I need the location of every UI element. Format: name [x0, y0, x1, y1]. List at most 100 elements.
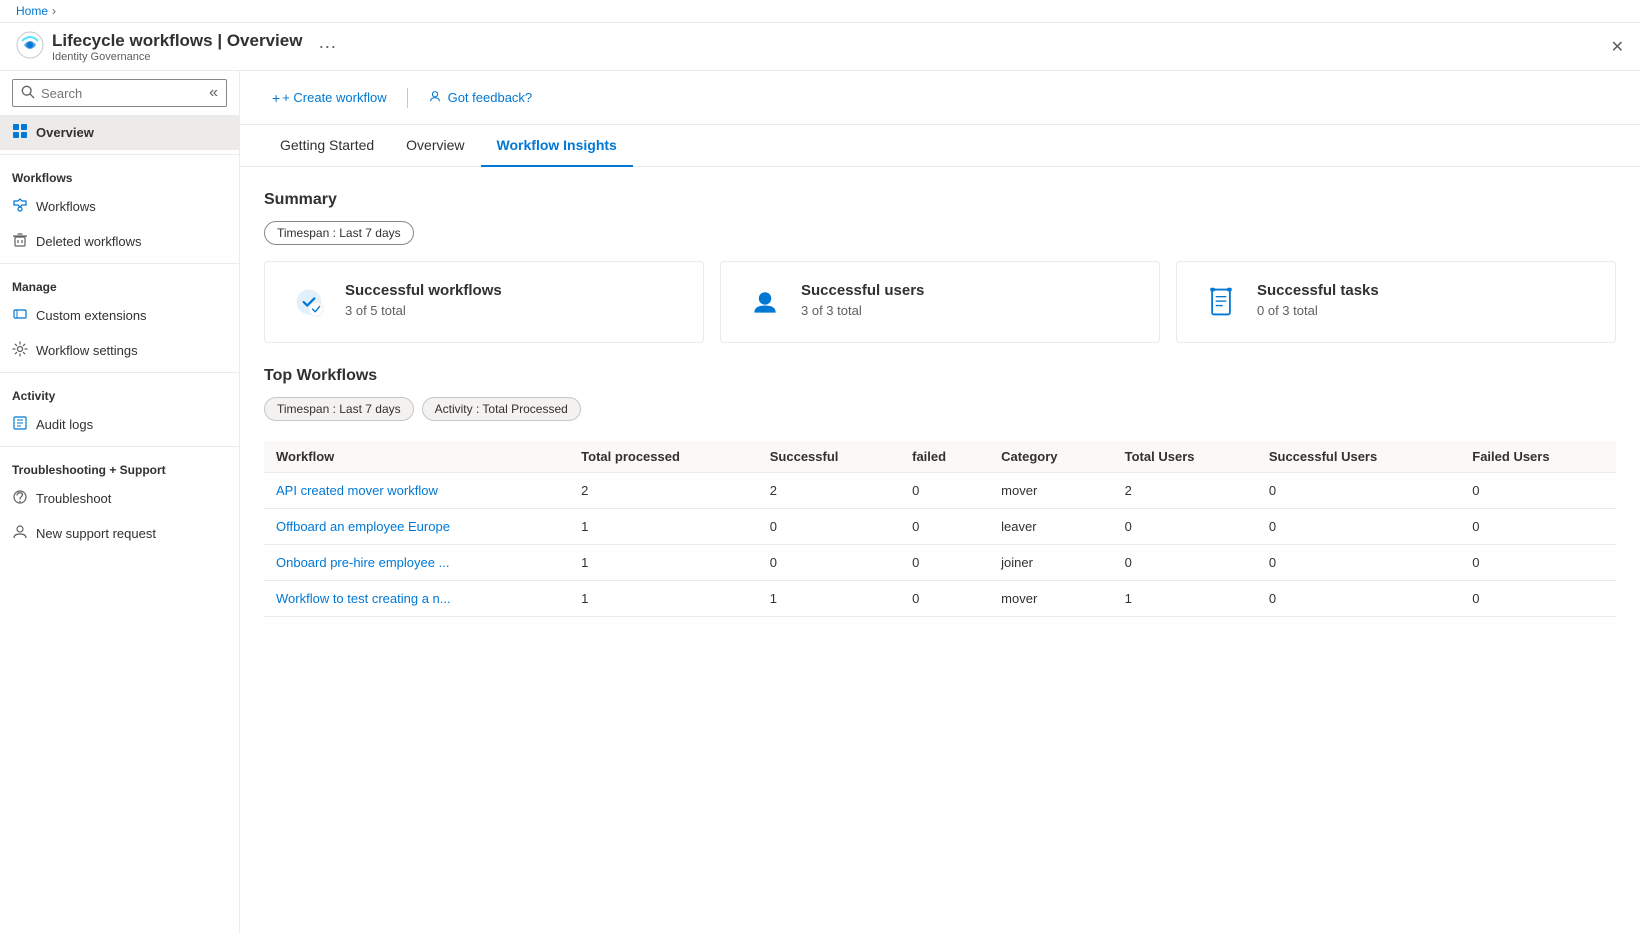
successful-users-icon — [745, 282, 785, 322]
cell-failed-1: 0 — [900, 509, 989, 545]
sidebar-item-new-support-request-label: New support request — [36, 526, 156, 541]
create-workflow-label: + Create workflow — [282, 90, 386, 105]
audit-logs-icon — [12, 415, 28, 434]
breadcrumb-chevron: › — [52, 4, 56, 18]
cell-category-1: leaver — [989, 509, 1112, 545]
workflow-link-1[interactable]: Offboard an employee Europe — [276, 519, 450, 534]
sidebar-section-manage: Manage — [0, 263, 239, 298]
sidebar-section-activity: Activity — [0, 372, 239, 407]
summary-title: Summary — [264, 191, 1616, 209]
cell-total-processed-2: 1 — [569, 545, 758, 581]
troubleshoot-icon — [12, 489, 28, 508]
toolbar: + + Create workflow Got feedback? — [240, 71, 1640, 125]
workflows-icon — [12, 197, 28, 216]
timespan-filter-badge[interactable]: Timespan : Last 7 days — [264, 397, 414, 421]
col-header-failed: failed — [900, 441, 989, 473]
new-support-request-icon — [12, 524, 28, 543]
cell-successful-users-0: 0 — [1257, 473, 1460, 509]
custom-extensions-icon — [12, 306, 28, 325]
cell-failed-2: 0 — [900, 545, 989, 581]
cell-category-3: mover — [989, 581, 1112, 617]
card-successful-users: Successful users 3 of 3 total — [720, 261, 1160, 343]
col-header-total-processed: Total processed — [569, 441, 758, 473]
table-row: Workflow to test creating a n... 1 1 0 m… — [264, 581, 1616, 617]
app-icon — [16, 31, 44, 62]
app-subtitle: Identity Governance — [52, 51, 302, 63]
sidebar-item-workflows-label: Workflows — [36, 199, 96, 214]
cell-failed-0: 0 — [900, 473, 989, 509]
cell-category-0: mover — [989, 473, 1112, 509]
cell-total-processed-3: 1 — [569, 581, 758, 617]
sidebar-item-audit-logs[interactable]: Audit logs — [0, 407, 239, 442]
toolbar-divider — [407, 88, 408, 108]
cell-category-2: joiner — [989, 545, 1112, 581]
close-button[interactable]: ✕ — [1611, 37, 1624, 57]
card-successful-users-subtitle: 3 of 3 total — [801, 303, 924, 318]
tab-overview[interactable]: Overview — [390, 125, 480, 167]
workflow-link-3[interactable]: Workflow to test creating a n... — [276, 591, 451, 606]
collapse-sidebar-button[interactable]: « — [209, 84, 218, 102]
cell-total-users-0: 2 — [1113, 473, 1257, 509]
col-header-total-users: Total Users — [1113, 441, 1257, 473]
workflow-link-2[interactable]: Onboard pre-hire employee ... — [276, 555, 449, 570]
search-input[interactable] — [41, 86, 203, 101]
col-header-successful-users: Successful Users — [1257, 441, 1460, 473]
create-workflow-button[interactable]: + + Create workflow — [264, 84, 395, 112]
got-feedback-label: Got feedback? — [448, 90, 533, 105]
cell-failed-users-3: 0 — [1460, 581, 1616, 617]
card-successful-users-title: Successful users — [801, 282, 924, 299]
cell-total-processed-1: 1 — [569, 509, 758, 545]
sidebar-section-workflows: Workflows — [0, 154, 239, 189]
table-row: API created mover workflow 2 2 0 mover 2… — [264, 473, 1616, 509]
table-header-row: Workflow Total processed Successful fail… — [264, 441, 1616, 473]
main-content: + + Create workflow Got feedback? Gettin… — [240, 71, 1640, 933]
successful-workflows-icon — [289, 282, 329, 322]
tab-getting-started[interactable]: Getting Started — [264, 125, 390, 167]
workflow-settings-icon — [12, 341, 28, 360]
sidebar-item-troubleshoot[interactable]: Troubleshoot — [0, 481, 239, 516]
cell-total-users-3: 1 — [1113, 581, 1257, 617]
cell-successful-2: 0 — [758, 545, 900, 581]
card-successful-tasks: Successful tasks 0 of 3 total — [1176, 261, 1616, 343]
overview-icon — [12, 123, 28, 142]
card-successful-tasks-title: Successful tasks — [1257, 282, 1379, 299]
sidebar-item-workflows[interactable]: Workflows — [0, 189, 239, 224]
cell-failed-users-2: 0 — [1460, 545, 1616, 581]
sidebar-item-new-support-request[interactable]: New support request — [0, 516, 239, 551]
cell-successful-users-3: 0 — [1257, 581, 1460, 617]
table-row: Offboard an employee Europe 1 0 0 leaver… — [264, 509, 1616, 545]
workflow-link-0[interactable]: API created mover workflow — [276, 483, 438, 498]
sidebar-item-audit-logs-label: Audit logs — [36, 417, 93, 432]
card-successful-workflows-title: Successful workflows — [345, 282, 502, 299]
more-options-button[interactable]: ··· — [310, 36, 344, 57]
sidebar-item-overview[interactable]: Overview — [0, 115, 239, 150]
breadcrumb-home[interactable]: Home — [16, 4, 48, 18]
cell-failed-users-1: 0 — [1460, 509, 1616, 545]
summary-timespan-badge[interactable]: Timespan : Last 7 days — [264, 221, 414, 245]
cell-successful-users-2: 0 — [1257, 545, 1460, 581]
sidebar-item-deleted-workflows-label: Deleted workflows — [36, 234, 142, 249]
sidebar-item-deleted-workflows[interactable]: Deleted workflows — [0, 224, 239, 259]
sidebar-search-container[interactable]: « — [12, 79, 227, 107]
successful-tasks-icon — [1201, 282, 1241, 322]
search-icon — [21, 85, 35, 102]
cell-total-users-1: 0 — [1113, 509, 1257, 545]
sidebar-section-troubleshooting: Troubleshooting + Support — [0, 446, 239, 481]
workflows-table: Workflow Total processed Successful fail… — [264, 441, 1616, 617]
got-feedback-button[interactable]: Got feedback? — [420, 83, 541, 112]
cell-total-processed-0: 2 — [569, 473, 758, 509]
card-successful-workflows-subtitle: 3 of 5 total — [345, 303, 502, 318]
sidebar-item-custom-extensions-label: Custom extensions — [36, 308, 147, 323]
cell-successful-0: 2 — [758, 473, 900, 509]
activity-filter-badge[interactable]: Activity : Total Processed — [422, 397, 581, 421]
cell-total-users-2: 0 — [1113, 545, 1257, 581]
app-title: Lifecycle workflows | Overview — [52, 31, 302, 51]
plus-icon: + — [272, 90, 280, 106]
deleted-workflows-icon — [12, 232, 28, 251]
tab-workflow-insights[interactable]: Workflow Insights — [481, 125, 633, 167]
sidebar-item-workflow-settings-label: Workflow settings — [36, 343, 138, 358]
cell-successful-3: 1 — [758, 581, 900, 617]
sidebar-item-custom-extensions[interactable]: Custom extensions — [0, 298, 239, 333]
sidebar-item-workflow-settings[interactable]: Workflow settings — [0, 333, 239, 368]
cell-failed-users-0: 0 — [1460, 473, 1616, 509]
